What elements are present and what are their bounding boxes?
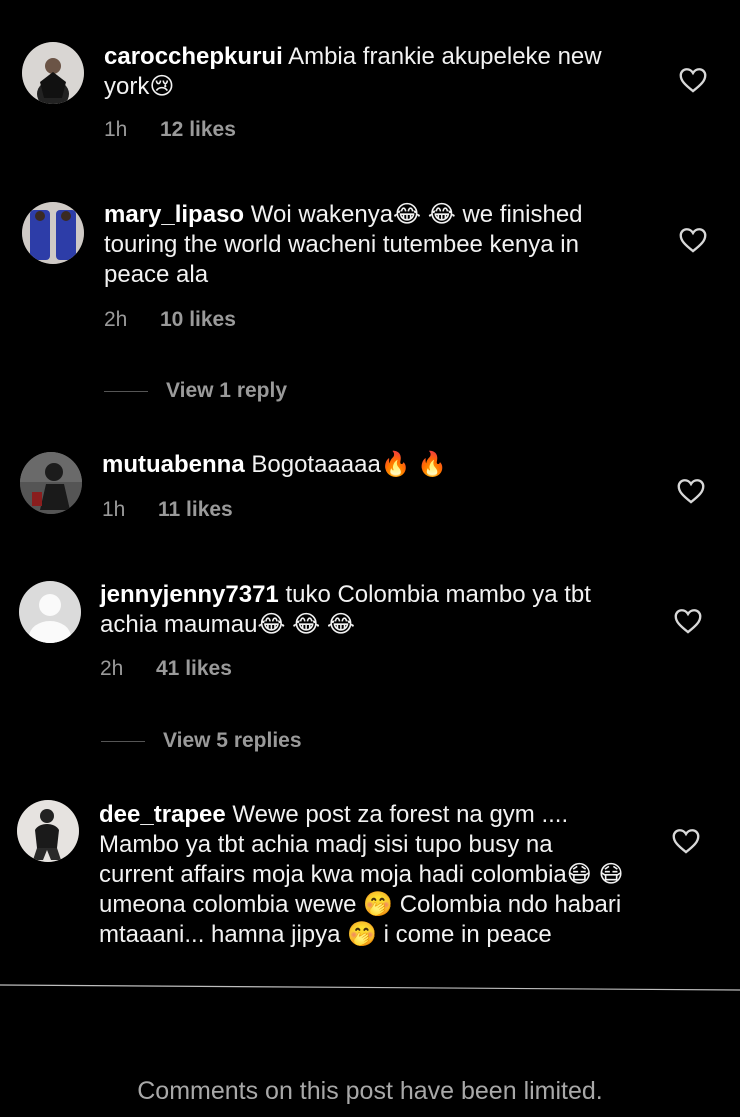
like-heart-icon[interactable] xyxy=(679,227,707,253)
replies-divider-line xyxy=(101,740,145,742)
comment-text: mary_lipaso Woi wakenya😂 😂 we finished t… xyxy=(104,200,644,290)
comment-meta: 2h 41 likes xyxy=(100,657,232,681)
comment-likes[interactable]: 12 likes xyxy=(160,118,236,142)
avatar-image xyxy=(17,800,79,862)
avatar-image xyxy=(22,42,84,104)
comment-text: mutuabenna Bogotaaaaa🔥 🔥 xyxy=(102,450,642,480)
comment-text: carocchepkurui Ambia frankie akupeleke n… xyxy=(104,42,644,102)
default-avatar-icon xyxy=(19,581,81,643)
comment-likes[interactable]: 11 likes xyxy=(158,498,233,522)
comment-username[interactable]: mutuabenna xyxy=(102,451,245,478)
view-replies-label: View 1 reply xyxy=(166,379,288,402)
view-replies-button[interactable]: View 1 reply xyxy=(104,379,287,403)
comment-likes[interactable]: 41 likes xyxy=(156,657,232,681)
comment-likes[interactable]: 10 likes xyxy=(160,308,236,332)
avatar-image xyxy=(20,452,82,514)
comment-time: 2h xyxy=(104,308,128,331)
comments-limited-notice: Comments on this post have been limited. xyxy=(137,1077,603,1105)
comment-meta: 1h 12 likes xyxy=(104,118,236,142)
avatar-image xyxy=(22,202,84,264)
comment-meta: 1h 11 likes xyxy=(102,498,233,522)
like-heart-icon[interactable] xyxy=(674,608,702,634)
comment-text: dee_trapee Wewe post za forest na gym ..… xyxy=(99,800,629,950)
comment-username[interactable]: jennyjenny7371 xyxy=(100,581,279,608)
comment-body: Bogotaaaaa🔥 🔥 xyxy=(251,451,448,478)
comment-time: 1h xyxy=(102,498,126,521)
avatar[interactable] xyxy=(22,42,84,104)
comment-meta: 2h 10 likes xyxy=(104,308,236,332)
comment-time: 1h xyxy=(104,118,128,141)
like-heart-icon[interactable] xyxy=(679,67,707,93)
avatar[interactable] xyxy=(22,202,84,264)
comment-username[interactable]: dee_trapee xyxy=(99,801,226,828)
avatar[interactable] xyxy=(19,581,81,643)
comment-username[interactable]: carocchepkurui xyxy=(104,43,283,70)
comment-time: 2h xyxy=(100,657,124,680)
comment-text: jennyjenny7371 tuko Colombia mambo ya tb… xyxy=(100,580,640,640)
view-replies-label: View 5 replies xyxy=(163,729,302,752)
like-heart-icon[interactable] xyxy=(677,478,705,504)
like-heart-icon[interactable] xyxy=(672,828,700,854)
avatar[interactable] xyxy=(20,452,82,514)
replies-divider-line xyxy=(104,390,148,392)
view-replies-button[interactable]: View 5 replies xyxy=(101,729,302,753)
comment-username[interactable]: mary_lipaso xyxy=(104,201,244,228)
section-divider xyxy=(0,979,740,991)
avatar[interactable] xyxy=(17,800,79,862)
